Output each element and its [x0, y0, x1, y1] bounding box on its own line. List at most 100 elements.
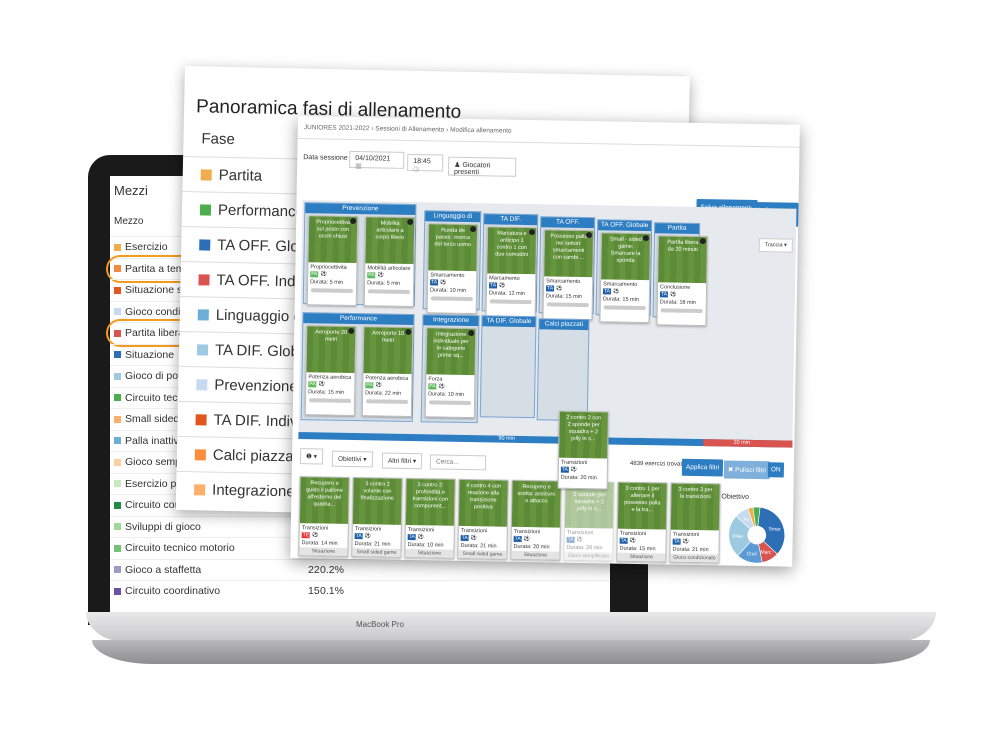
- apply-filters-button[interactable]: Applica filtri: [681, 458, 724, 477]
- phase-label: Performance: [217, 201, 305, 221]
- session-exercise-card[interactable]: Aeroporto 20 metri Potenza aerobica PA ⚽ …: [304, 325, 357, 417]
- phase-column[interactable]: TA DIF. Globale: [479, 315, 537, 419]
- dragged-exercise-card[interactable]: 2 contro 2 con 2 sponde per squadra + 2 …: [557, 410, 609, 490]
- exercise-thumbnail: Rueda de pases: ricerca del terzo uomo: [428, 224, 478, 272]
- remove-icon[interactable]: [348, 327, 355, 335]
- time-input[interactable]: 18:45 ◷: [407, 153, 444, 174]
- card-bar: [546, 302, 589, 308]
- phase-column[interactable]: Calci piazzati: [536, 318, 590, 422]
- ball-icon: ⚽: [440, 279, 447, 286]
- card-bar: [310, 288, 353, 293]
- phase-column[interactable]: Prevenzione Propriocettiva sul posto con…: [302, 202, 417, 308]
- exercise-category: Transizioni: [407, 526, 435, 534]
- phase-column-title: TA DIF. Globale: [482, 316, 536, 328]
- exercise-thumbnail: Marcatura e anticipo 1 contro 1 con due …: [487, 227, 537, 275]
- color-swatch: [194, 483, 206, 496]
- exercise-duration: Durata: 22 min: [365, 390, 402, 397]
- exercise-tag: PA: [367, 272, 376, 279]
- breadcrumb[interactable]: JUNIORES 2021-2022 › Sessioni di Allenam…: [304, 124, 512, 135]
- search-input[interactable]: [429, 454, 487, 471]
- other-filters-dropdown[interactable]: Altri filtri ▾: [381, 452, 423, 470]
- phase-column-title: Prevenzione: [305, 203, 416, 216]
- session-exercise-card[interactable]: Marcatura e anticipo 1 contro 1 con due …: [485, 226, 538, 318]
- laptop-base: [86, 612, 936, 642]
- trace-select[interactable]: Traccia ▾: [758, 238, 793, 253]
- exercise-tag: TA: [560, 466, 569, 473]
- session-exercise-card[interactable]: Propriocettiva sul posto con occhi chius…: [306, 215, 359, 307]
- remove-icon[interactable]: [350, 217, 357, 225]
- players-button[interactable]: ♟ Giocatori presenti: [447, 156, 517, 177]
- exercise-category: Smarcamento: [546, 278, 581, 285]
- exercise-thumbnail: 3 contro 3 per le transizioni: [670, 483, 720, 531]
- library-exercise-card[interactable]: 3 contro 3 per le transizioni Transizion…: [669, 482, 721, 564]
- exercise-title: Aeroporto 10 metri: [372, 330, 405, 344]
- exercise-tag: TA: [430, 279, 439, 286]
- remove-icon[interactable]: [528, 229, 536, 236]
- mezzi-label: Circuito tecnico motorio: [125, 542, 235, 554]
- exercise-title: Propriocettiva sul posto con occhi chius…: [316, 219, 351, 240]
- remove-icon[interactable]: [405, 328, 412, 336]
- clock-icon: ◷: [413, 166, 420, 174]
- exercise-tag: TA: [619, 537, 628, 544]
- exercise-title: 2 contro 2 con 2 sponde per squadra + 2 …: [566, 414, 602, 442]
- library-exercise-card[interactable]: 4 contro 4 con reazione alla transizione…: [457, 478, 509, 560]
- date-input[interactable]: 04/10/2021 ▦: [349, 150, 405, 171]
- edit-training-panel: JUNIORES 2021-2022 › Sessioni di Allenam…: [290, 116, 800, 567]
- phase-column[interactable]: TA OFF. Individuale Possesso palla nei s…: [538, 216, 596, 321]
- remove-icon[interactable]: [642, 235, 649, 242]
- library-exercise-card[interactable]: 2 contro 2 con 2 sponde per squadra + 2 …: [563, 480, 615, 562]
- phase-column[interactable]: Performance Aeroporto 20 metri Potenza a…: [300, 312, 415, 423]
- phase-column[interactable]: Integrazione Integrazione individuale pe…: [420, 314, 480, 424]
- remove-icon[interactable]: [407, 218, 414, 226]
- color-swatch: [114, 523, 121, 530]
- clear-filters-button[interactable]: ✖ Pulisci filtri: [723, 460, 770, 480]
- color-swatch: [114, 372, 121, 380]
- pie-label: Cncl: [747, 551, 757, 557]
- toggle-on[interactable]: ON: [767, 462, 784, 478]
- library-exercise-card[interactable]: 3 contro 2 volante con finalizzazione Tr…: [351, 477, 403, 558]
- library-exercise-card[interactable]: 3 contro 2: profondità e transizioni con…: [404, 477, 456, 559]
- exercise-category: Mobilità articolare: [367, 265, 411, 272]
- objectives-dropdown[interactable]: Obiettivi ▾: [331, 450, 373, 468]
- calendar-icon: ▦: [355, 163, 362, 171]
- exercise-type: Small sided game: [458, 549, 507, 559]
- exercise-duration: Durata: 15 min: [602, 296, 639, 303]
- phase-column[interactable]: TA OFF. Globale Small - sided game: Smar…: [595, 219, 653, 324]
- library-exercise-card[interactable]: Recupero e scelta: assicuro o attacco Tr…: [510, 479, 562, 561]
- exercise-category: Potenza aerobica: [308, 374, 352, 381]
- phase-column[interactable]: TA DIF. Individuale Marcatura e anticipo…: [481, 213, 539, 318]
- objective-title: Obiettivo: [721, 493, 750, 501]
- library-exercise-card[interactable]: 3 contro 1 per allenare il possesso pall…: [616, 481, 668, 563]
- exercise-category: Transizioni: [560, 459, 588, 467]
- phase-column[interactable]: Linguaggio di gioco Rueda de pases: rice…: [422, 210, 482, 315]
- mezzi-count: 15: [308, 585, 320, 597]
- session-exercise-card[interactable]: Mobilità articolare a corpo libero Mobil…: [363, 216, 416, 308]
- phase-column-title: TA OFF. Globale: [598, 220, 652, 232]
- session-exercise-card[interactable]: Rueda de pases: ricerca del terzo uomo S…: [426, 223, 479, 315]
- info-dropdown[interactable]: ❶ ▾: [299, 448, 324, 465]
- session-exercise-card[interactable]: Aeroporto 10 metri Potenza aerobica PA ⚽ …: [361, 326, 414, 418]
- session-exercise-card[interactable]: Small - sided game: Smarcare la sponda S…: [599, 232, 652, 324]
- remove-icon[interactable]: [470, 226, 477, 233]
- remove-icon[interactable]: [699, 238, 706, 245]
- exercise-tag: PA: [310, 271, 319, 278]
- remove-icon[interactable]: [468, 330, 475, 337]
- library-exercise-card[interactable]: Recupero e guido il pallone all'esterno …: [298, 476, 350, 557]
- ball-icon: ⚽: [320, 271, 327, 278]
- remove-icon[interactable]: [585, 232, 593, 239]
- session-exercise-card[interactable]: Integrazione individuale per le categori…: [424, 327, 477, 419]
- exercise-type: Gioco semplificato: [564, 551, 613, 561]
- session-exercise-card[interactable]: Possesso palla nei settori: smarcamenti …: [542, 229, 595, 321]
- exercise-thumbnail: Possesso palla nei settori: smarcamenti …: [544, 230, 594, 278]
- exercise-category: Forza: [428, 376, 443, 383]
- exercise-tag: TA: [602, 288, 612, 295]
- exercise-tag: TA: [407, 533, 416, 541]
- phase-column[interactable]: Partita Partita libera da 20 minuti Conc…: [652, 222, 708, 327]
- color-swatch: [114, 587, 121, 595]
- card-bar: [309, 398, 352, 403]
- card-bar: [365, 399, 409, 404]
- exercise-thumbnail: Mobilità articolare a corpo libero: [365, 217, 415, 265]
- session-exercise-card[interactable]: Partita libera da 20 minuti Conclusione …: [656, 235, 708, 327]
- exercise-duration: Durata: 15 min: [545, 293, 583, 300]
- ball-icon: ⚽: [470, 535, 477, 542]
